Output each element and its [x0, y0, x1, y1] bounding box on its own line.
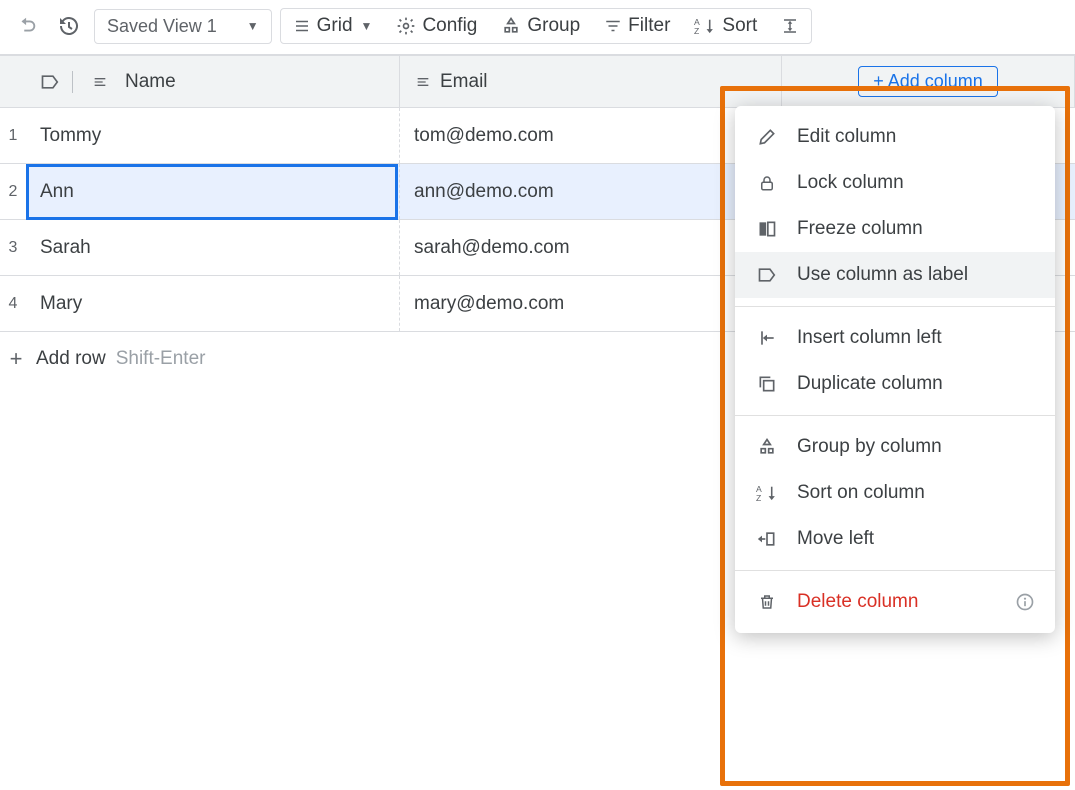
- ctx-item-label: Edit column: [797, 126, 896, 148]
- column-header-email[interactable]: Email: [400, 56, 782, 107]
- gear-icon: [396, 16, 416, 36]
- menu-separator: [735, 415, 1055, 416]
- ctx-item-label: Delete column: [797, 591, 918, 613]
- row-height-button[interactable]: [777, 14, 803, 38]
- config-button[interactable]: Config: [392, 13, 481, 39]
- column-context-menu: Edit column Lock column Freeze column Us…: [735, 106, 1055, 633]
- group-icon: [501, 16, 521, 36]
- duplicate-icon: [755, 374, 779, 394]
- column-name-label: Name: [125, 71, 176, 93]
- insert-left-icon: [755, 328, 779, 348]
- ctx-item-label: Duplicate column: [797, 373, 943, 395]
- chevron-down-icon: ▼: [361, 19, 373, 33]
- ctx-item-label: Move left: [797, 528, 874, 550]
- row-height-icon: [781, 16, 799, 36]
- filter-icon: [604, 17, 622, 35]
- ctx-item-label: Freeze column: [797, 218, 923, 240]
- pencil-icon: [755, 127, 779, 147]
- grid-view-button[interactable]: Grid ▼: [289, 13, 377, 39]
- text-icon: [91, 74, 109, 90]
- add-column-label: + Add column: [873, 71, 983, 92]
- ctx-delete-column[interactable]: Delete column: [735, 579, 1055, 625]
- trash-icon: [755, 592, 779, 612]
- ctx-item-label: Lock column: [797, 172, 904, 194]
- row-number: 1: [0, 108, 26, 163]
- column-email-label: Email: [440, 71, 488, 93]
- add-row-hint: Shift-Enter: [116, 348, 206, 370]
- text-icon: [414, 74, 432, 90]
- svg-text:Z: Z: [756, 493, 761, 503]
- filter-label: Filter: [628, 15, 670, 37]
- freeze-icon: [755, 219, 779, 239]
- add-column-button[interactable]: + Add column: [858, 66, 998, 97]
- ctx-sort-on[interactable]: AZ Sort on column: [735, 470, 1055, 516]
- cell-name[interactable]: Mary: [26, 276, 400, 331]
- ctx-use-as-label[interactable]: Use column as label: [735, 252, 1055, 298]
- history-icon: [57, 14, 81, 38]
- tag-icon: [755, 266, 779, 284]
- ctx-insert-left[interactable]: Insert column left: [735, 315, 1055, 361]
- ctx-duplicate[interactable]: Duplicate column: [735, 361, 1055, 407]
- config-label: Config: [422, 15, 477, 37]
- sort-button[interactable]: AZ Sort: [690, 13, 761, 39]
- sort-az-icon: AZ: [755, 483, 779, 503]
- view-tools: Grid ▼ Config Group Filter AZ Sort: [280, 8, 813, 44]
- ctx-move-left[interactable]: Move left: [735, 516, 1055, 562]
- ctx-lock-column[interactable]: Lock column: [735, 160, 1055, 206]
- cell-email[interactable]: ann@demo.com: [400, 164, 782, 219]
- grid-label: Grid: [317, 15, 353, 37]
- ctx-freeze-column[interactable]: Freeze column: [735, 206, 1055, 252]
- info-icon: [1015, 592, 1035, 612]
- column-header-name[interactable]: Name: [26, 56, 400, 107]
- add-column-cell: + Add column: [782, 56, 1075, 107]
- cell-name[interactable]: Tommy: [26, 108, 400, 163]
- ctx-item-label: Insert column left: [797, 327, 942, 349]
- redo-button[interactable]: [10, 9, 44, 43]
- sort-label: Sort: [722, 15, 757, 37]
- filter-button[interactable]: Filter: [600, 13, 674, 39]
- ctx-edit-column[interactable]: Edit column: [735, 114, 1055, 160]
- add-row-label: Add row: [36, 348, 106, 370]
- chevron-down-icon: ▼: [247, 19, 259, 33]
- divider: [72, 71, 73, 93]
- rownum-header: [0, 56, 26, 107]
- tag-icon: [40, 72, 60, 92]
- cell-name[interactable]: Ann: [26, 164, 400, 219]
- cell-email[interactable]: mary@demo.com: [400, 276, 782, 331]
- row-number: 3: [0, 220, 26, 275]
- svg-text:Z: Z: [694, 26, 699, 36]
- ctx-item-label: Use column as label: [797, 264, 968, 286]
- cell-email[interactable]: tom@demo.com: [400, 108, 782, 163]
- menu-separator: [735, 306, 1055, 307]
- group-label: Group: [527, 15, 580, 37]
- row-number: 4: [0, 276, 26, 331]
- cell-email[interactable]: sarah@demo.com: [400, 220, 782, 275]
- ctx-group-by[interactable]: Group by column: [735, 424, 1055, 470]
- row-number: 2: [0, 164, 26, 219]
- header-row: Name Email + Add column: [0, 56, 1075, 108]
- history-button[interactable]: [52, 9, 86, 43]
- plus-icon: +: [6, 346, 26, 372]
- redo-icon: [16, 15, 38, 37]
- ctx-item-label: Sort on column: [797, 482, 925, 504]
- lock-icon: [755, 173, 779, 193]
- move-left-icon: [755, 529, 779, 549]
- sort-az-icon: AZ: [694, 16, 716, 36]
- list-icon: [293, 17, 311, 35]
- toolbar: Saved View 1 ▼ Grid ▼ Config Group Filte…: [0, 0, 1075, 55]
- menu-separator: [735, 570, 1055, 571]
- saved-view-label: Saved View 1: [107, 16, 217, 37]
- saved-view-selector[interactable]: Saved View 1 ▼: [94, 9, 272, 44]
- group-button[interactable]: Group: [497, 13, 584, 39]
- ctx-item-label: Group by column: [797, 436, 942, 458]
- group-icon: [755, 437, 779, 457]
- cell-name[interactable]: Sarah: [26, 220, 400, 275]
